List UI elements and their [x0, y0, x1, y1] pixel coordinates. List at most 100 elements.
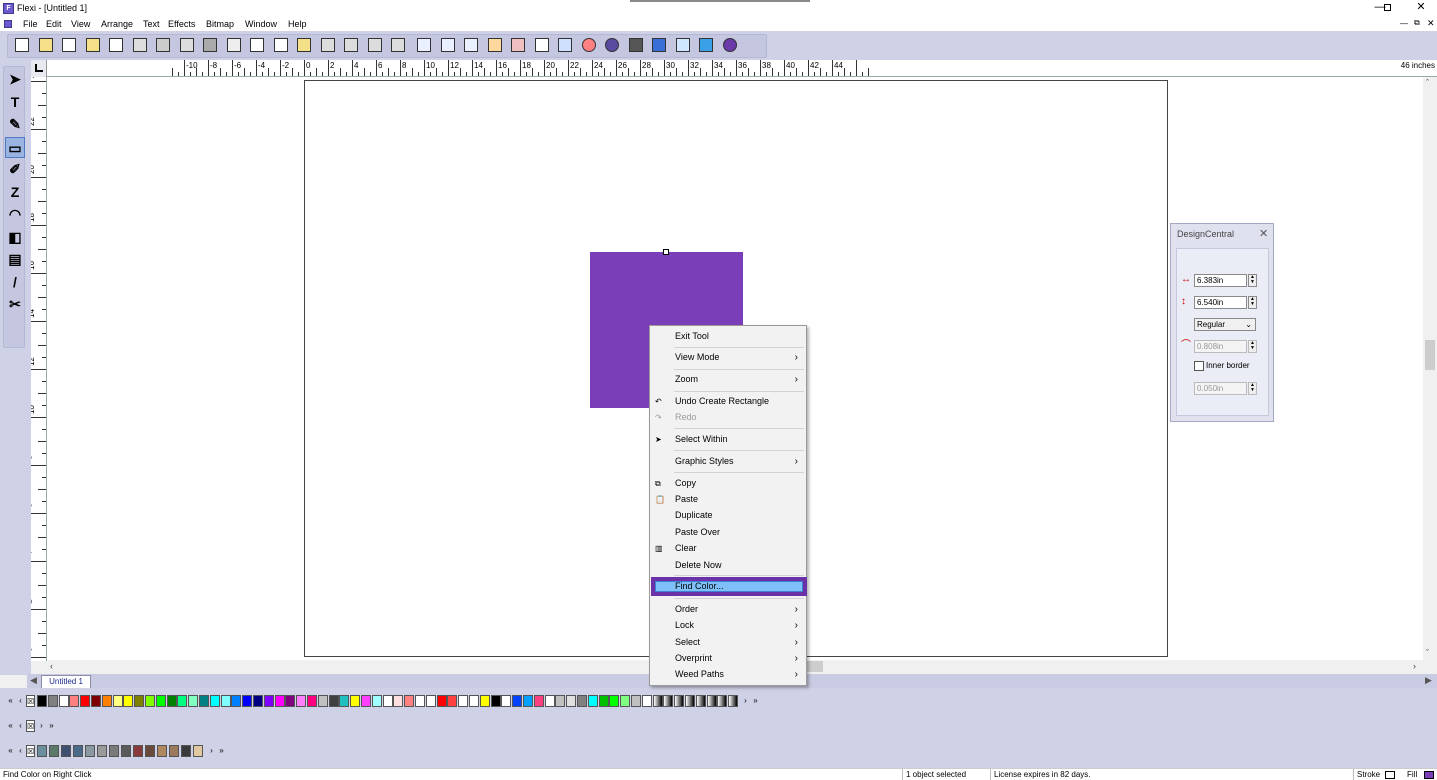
color-swatch[interactable]	[61, 745, 71, 757]
stroke-swatch[interactable]	[1385, 771, 1395, 779]
menu-window[interactable]: Window	[245, 17, 277, 31]
menu-item-duplicate[interactable]: Duplicate	[652, 508, 804, 523]
close-icon[interactable]: ✕	[1404, 0, 1437, 17]
height-input[interactable]: 6.540in	[1194, 296, 1247, 309]
rip-print-icon[interactable]	[177, 35, 197, 55]
gradient-swatch[interactable]	[685, 695, 695, 707]
palette3-last-icon[interactable]: »	[217, 745, 226, 757]
swatch-grid-icon[interactable]	[532, 35, 552, 55]
menu-text[interactable]: Text	[143, 17, 160, 31]
measure-tool-icon[interactable]: ▤	[5, 249, 25, 270]
color-swatch[interactable]	[253, 695, 263, 707]
rip-disabled-icon[interactable]	[200, 35, 220, 55]
upload-icon[interactable]	[696, 35, 716, 55]
width-spinner[interactable]: ▲ ▼	[1248, 274, 1257, 287]
ruler-origin-corner[interactable]	[31, 60, 47, 77]
menu-file[interactable]: File	[23, 17, 38, 31]
color-swatch[interactable]	[73, 745, 83, 757]
menu-item-view-mode[interactable]: View Mode ›	[652, 350, 804, 365]
color-swatch[interactable]	[263, 695, 274, 707]
palette2-last-icon[interactable]: »	[47, 720, 56, 732]
menu-item-graphic-styles[interactable]: Graphic Styles ›	[652, 454, 804, 469]
color-swatch[interactable]	[296, 695, 307, 707]
color-swatch[interactable]	[97, 745, 107, 757]
color-swatch[interactable]	[274, 695, 285, 707]
color-swatch[interactable]	[69, 695, 80, 707]
palette-prev-icon[interactable]: ‹	[16, 695, 25, 707]
gradient-swatch[interactable]	[652, 695, 663, 707]
inner-border-checkbox[interactable]	[1194, 361, 1204, 371]
pattern-swatch[interactable]	[339, 695, 350, 707]
color-wheel-icon[interactable]	[579, 35, 599, 55]
height-spinner[interactable]: ▲ ▼	[1248, 296, 1257, 309]
menu-item-lock[interactable]: Lock ›	[652, 618, 804, 633]
palette3-prev-icon[interactable]: ‹	[16, 745, 25, 757]
color-swatch[interactable]	[317, 695, 328, 707]
corner-radius-spinner[interactable]: ▲ ▼	[1248, 340, 1257, 353]
print-icon[interactable]	[130, 35, 150, 55]
inner-border-spinner[interactable]: ▲ ▼	[1248, 382, 1257, 395]
pattern-swatch[interactable]	[512, 695, 523, 707]
new-icon[interactable]	[12, 35, 32, 55]
color-swatch[interactable]	[47, 695, 58, 707]
gradient-swatch[interactable]	[695, 695, 706, 707]
color-palette-icon[interactable]	[485, 35, 505, 55]
pattern-swatch[interactable]	[469, 695, 479, 707]
paste-icon[interactable]	[294, 35, 314, 55]
fill-tool-icon[interactable]: ✐	[5, 159, 25, 180]
fill-swatch[interactable]	[1424, 771, 1434, 779]
color-swatch[interactable]	[188, 695, 199, 707]
menu-help[interactable]: Help	[288, 17, 307, 31]
color-swatch[interactable]	[177, 695, 188, 707]
menu-item-find-color[interactable]: Find Color...	[651, 577, 807, 596]
er-badge-icon[interactable]	[602, 35, 622, 55]
close-icon[interactable]: ✕	[1259, 227, 1268, 240]
pattern-swatch[interactable]	[620, 695, 631, 707]
pattern-swatch[interactable]	[566, 695, 577, 707]
color-swatch[interactable]	[58, 695, 69, 707]
color-swatch[interactable]	[121, 745, 131, 757]
pattern-swatch[interactable]	[447, 695, 458, 707]
width-input[interactable]: 6.383in	[1194, 274, 1247, 287]
color-swatch[interactable]	[133, 745, 143, 757]
color-swatch[interactable]	[123, 695, 134, 707]
pattern-swatch[interactable]	[544, 695, 555, 707]
color-swatch[interactable]	[37, 745, 47, 757]
gradient-swatch[interactable]	[663, 695, 674, 707]
pattern-swatch[interactable]	[555, 695, 566, 707]
palette3-next-icon[interactable]: ›	[207, 745, 216, 757]
menu-item-clear[interactable]: ▥ Clear	[652, 541, 804, 556]
color-swatch[interactable]	[109, 745, 119, 757]
pattern-swatch[interactable]	[587, 695, 598, 707]
color-picker-icon[interactable]	[508, 35, 528, 55]
design-central-icon[interactable]	[414, 35, 434, 55]
color-swatch[interactable]	[193, 745, 203, 757]
copy-icon[interactable]	[271, 35, 291, 55]
palette-none-swatch[interactable]: ☒	[26, 695, 35, 707]
color-swatch[interactable]	[157, 745, 167, 757]
zigzag-tool-icon[interactable]: Z	[5, 182, 25, 203]
edit-icon[interactable]	[649, 35, 669, 55]
rectangle-tool-icon[interactable]: ▭	[5, 136, 25, 158]
gradient-swatch[interactable]	[717, 695, 728, 707]
gradient-swatch[interactable]	[728, 695, 739, 707]
horizontal-ruler[interactable]: 46 inches -10 -8 -6 -4 -2 0 2 4 6 8 10 12 14 16 18 20 22…	[31, 60, 1437, 77]
pattern-swatch[interactable]	[350, 695, 361, 707]
palette2-prev-icon[interactable]: ‹	[16, 720, 25, 732]
save-icon[interactable]	[59, 35, 79, 55]
redo-more-icon[interactable]	[388, 35, 408, 55]
menu-item-delete-now[interactable]: Delete Now	[652, 558, 804, 573]
palette2-none-swatch[interactable]: ☒	[26, 720, 35, 732]
pattern-swatch[interactable]	[436, 695, 447, 707]
color-swatch[interactable]	[166, 695, 177, 707]
color-swatch[interactable]	[145, 745, 155, 757]
menu-item-select-within[interactable]: ➤ Select Within	[652, 432, 804, 447]
selection-handle[interactable]	[663, 249, 669, 255]
undo-icon[interactable]	[318, 35, 338, 55]
scroll-down-icon[interactable]: ˇ	[1426, 647, 1429, 659]
cloud-sync-icon[interactable]	[673, 35, 693, 55]
palette2-next-icon[interactable]: ›	[37, 720, 46, 732]
menu-item-copy[interactable]: ⧉ Copy	[652, 476, 804, 491]
color-swatch[interactable]	[145, 695, 155, 707]
menu-item-overprint[interactable]: Overprint ›	[652, 651, 804, 666]
